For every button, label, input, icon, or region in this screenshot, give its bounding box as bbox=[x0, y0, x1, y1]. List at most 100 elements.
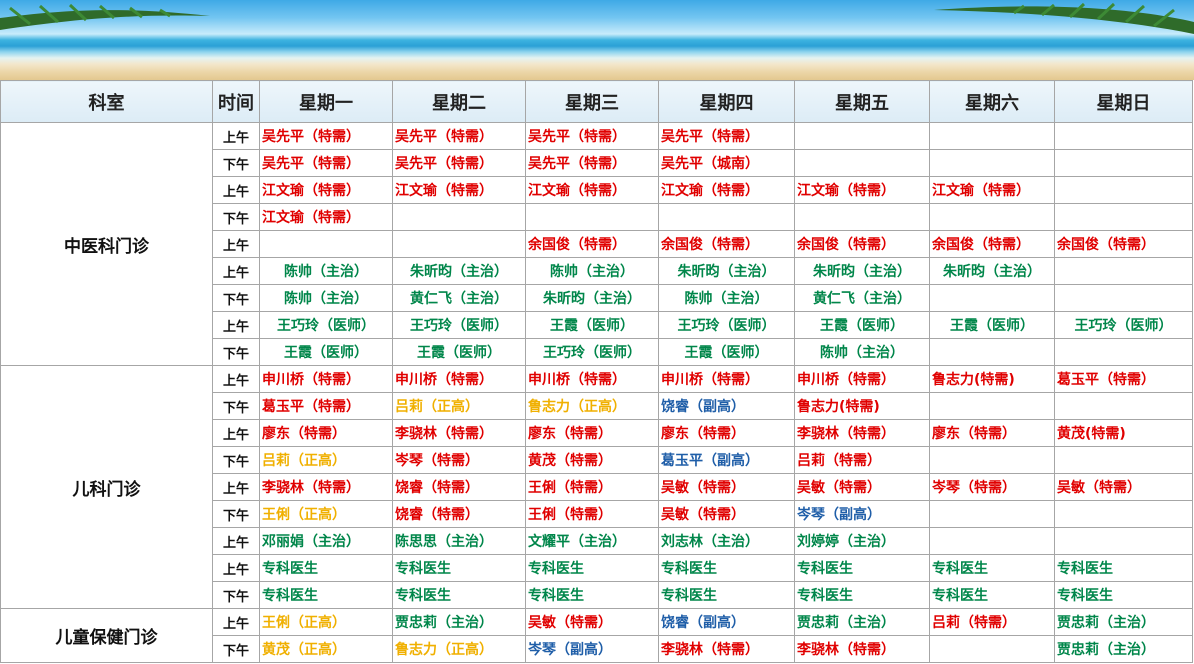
doctor-cell bbox=[1054, 284, 1193, 312]
doctor-cell: 吕莉（正高） bbox=[259, 446, 393, 474]
doctor-cell bbox=[929, 149, 1055, 177]
doctor-cell: 吴先平（特需） bbox=[392, 122, 526, 150]
doctor-cell: 专科医生 bbox=[794, 554, 930, 582]
header-time: 时间 bbox=[212, 80, 260, 123]
beach-banner bbox=[0, 0, 1194, 80]
doctor-cell bbox=[392, 203, 526, 231]
doctor-cell: 吴先平（特需） bbox=[658, 122, 795, 150]
doctor-cell: 专科医生 bbox=[929, 581, 1055, 609]
doctor-cell bbox=[929, 527, 1055, 555]
doctor-cell: 余国俊（特需） bbox=[929, 230, 1055, 258]
doctor-cell: 江文瑜（特需） bbox=[392, 176, 526, 204]
doctor-cell bbox=[1054, 203, 1193, 231]
time-slot: 上午 bbox=[212, 257, 260, 285]
time-slot: 下午 bbox=[212, 149, 260, 177]
doctor-cell: 陈帅（主治） bbox=[259, 257, 393, 285]
department-name: 儿科门诊 bbox=[0, 365, 213, 609]
doctor-cell: 廖东（特需） bbox=[929, 419, 1055, 447]
time-slot: 上午 bbox=[212, 527, 260, 555]
doctor-cell: 葛玉平（特需） bbox=[1054, 365, 1193, 393]
doctor-cell: 朱昕昀（主治） bbox=[525, 284, 659, 312]
doctor-cell: 吕莉（特需） bbox=[929, 608, 1055, 636]
schedule-row: 儿科门诊 上午 申川桥（特需） 申川桥（特需） 申川桥（特需） 申川桥（特需） 申川桥（特需… bbox=[0, 365, 1193, 609]
doctor-cell: 朱昕昀（主治） bbox=[392, 257, 526, 285]
doctor-cell: 黄茂（正高） bbox=[259, 635, 393, 663]
doctor-cell bbox=[1054, 500, 1193, 528]
doctor-cell: 葛玉平（特需） bbox=[259, 392, 393, 420]
doctor-cell: 岑琴（副高） bbox=[525, 635, 659, 663]
doctor-cell bbox=[1054, 446, 1193, 474]
header-day-5: 星期五 bbox=[794, 80, 930, 123]
doctor-cell: 贾忠莉（主治） bbox=[1054, 608, 1193, 636]
doctor-cell: 陈帅（主治） bbox=[658, 284, 795, 312]
time-slot: 上午 bbox=[212, 419, 260, 447]
doctor-cell: 申川桥（特需） bbox=[392, 365, 526, 393]
doctor-cell: 吴敏（特需） bbox=[525, 608, 659, 636]
doctor-cell: 申川桥（特需） bbox=[259, 365, 393, 393]
doctor-cell: 鲁志力（正高） bbox=[525, 392, 659, 420]
doctor-cell: 王霞（医师） bbox=[259, 338, 393, 366]
time-slot: 下午 bbox=[212, 338, 260, 366]
doctor-cell: 吴先平（特需） bbox=[525, 122, 659, 150]
doctor-cell: 吴敏（特需） bbox=[794, 473, 930, 501]
doctor-cell: 专科医生 bbox=[525, 581, 659, 609]
doctor-cell: 吴先平（特需） bbox=[392, 149, 526, 177]
time-slot: 下午 bbox=[212, 446, 260, 474]
doctor-cell: 刘婷婷（主治） bbox=[794, 527, 930, 555]
doctor-cell: 饶睿（副高） bbox=[658, 392, 795, 420]
doctor-cell: 王巧玲（医师） bbox=[259, 311, 393, 339]
doctor-cell: 饶睿（副高） bbox=[658, 608, 795, 636]
doctor-cell: 专科医生 bbox=[658, 581, 795, 609]
doctor-cell: 余国俊（特需） bbox=[1054, 230, 1193, 258]
doctor-cell bbox=[1054, 527, 1193, 555]
doctor-cell: 吴先平（特需） bbox=[259, 149, 393, 177]
doctor-cell: 江文瑜（特需） bbox=[259, 176, 393, 204]
header-day-4: 星期四 bbox=[658, 80, 795, 123]
time-slot: 下午 bbox=[212, 635, 260, 663]
doctor-cell: 王霞（医师） bbox=[658, 338, 795, 366]
doctor-cell: 专科医生 bbox=[1054, 554, 1193, 582]
doctor-cell: 王霞（医师） bbox=[794, 311, 930, 339]
doctor-cell: 李骁林（特需） bbox=[658, 635, 795, 663]
doctor-cell: 江文瑜（特需） bbox=[259, 203, 393, 231]
header-row: 科室 时间 星期一 星期二 星期三 星期四 星期五 星期六 星期日 bbox=[0, 80, 1193, 123]
clinic-schedule-table: 科室 时间 星期一 星期二 星期三 星期四 星期五 星期六 星期日 中医科门诊上… bbox=[0, 80, 1193, 663]
doctor-cell: 余国俊（特需） bbox=[525, 230, 659, 258]
doctor-cell: 专科医生 bbox=[259, 554, 393, 582]
doctor-cell bbox=[929, 338, 1055, 366]
time-slot: 下午 bbox=[212, 581, 260, 609]
header-day-2: 星期二 bbox=[392, 80, 526, 123]
header-dept: 科室 bbox=[0, 80, 213, 123]
header-day-7: 星期日 bbox=[1054, 80, 1193, 123]
palm-leaf-left-icon bbox=[0, 3, 210, 30]
doctor-cell: 饶睿（特需） bbox=[392, 500, 526, 528]
schedule-row: 中医科门诊 上午 吴先平（特需） 吴先平（特需） 吴先平（特需） 吴先平（特需） bbox=[0, 122, 1193, 366]
doctor-cell: 黄茂（特需） bbox=[525, 446, 659, 474]
header-day-6: 星期六 bbox=[929, 80, 1055, 123]
doctor-cell bbox=[1054, 338, 1193, 366]
doctor-cell: 岑琴（特需） bbox=[929, 473, 1055, 501]
doctor-cell bbox=[929, 392, 1055, 420]
time-slot: 上午 bbox=[212, 122, 260, 150]
time-slot: 上午 bbox=[212, 230, 260, 258]
doctor-cell: 陈帅（主治） bbox=[794, 338, 930, 366]
doctor-cell: 专科医生 bbox=[259, 581, 393, 609]
doctor-cell: 鲁志力(特需) bbox=[929, 365, 1055, 393]
schedule-row: 儿童保健门诊 上午 王俐（正高） 贾忠莉（主治） 吴敏（特需） 饶睿（副高） 贾忠莉（主治）… bbox=[0, 608, 1193, 663]
doctor-cell: 朱昕昀（主治） bbox=[658, 257, 795, 285]
doctor-cell: 饶睿（特需） bbox=[392, 473, 526, 501]
doctor-cell: 吕莉（正高） bbox=[392, 392, 526, 420]
doctor-cell bbox=[929, 635, 1055, 663]
doctor-cell: 吴敏（特需） bbox=[658, 500, 795, 528]
doctor-cell bbox=[1054, 149, 1193, 177]
doctor-cell: 岑琴（副高） bbox=[794, 500, 930, 528]
time-slot: 上午 bbox=[212, 554, 260, 582]
doctor-cell: 王霞（医师） bbox=[392, 338, 526, 366]
doctor-cell bbox=[392, 230, 526, 258]
doctor-cell bbox=[1054, 122, 1193, 150]
doctor-cell: 吴敏（特需） bbox=[1054, 473, 1193, 501]
doctor-cell: 贾忠莉（主治） bbox=[392, 608, 526, 636]
doctor-cell: 鲁志力（正高） bbox=[392, 635, 526, 663]
doctor-cell: 专科医生 bbox=[525, 554, 659, 582]
time-slot: 下午 bbox=[212, 500, 260, 528]
